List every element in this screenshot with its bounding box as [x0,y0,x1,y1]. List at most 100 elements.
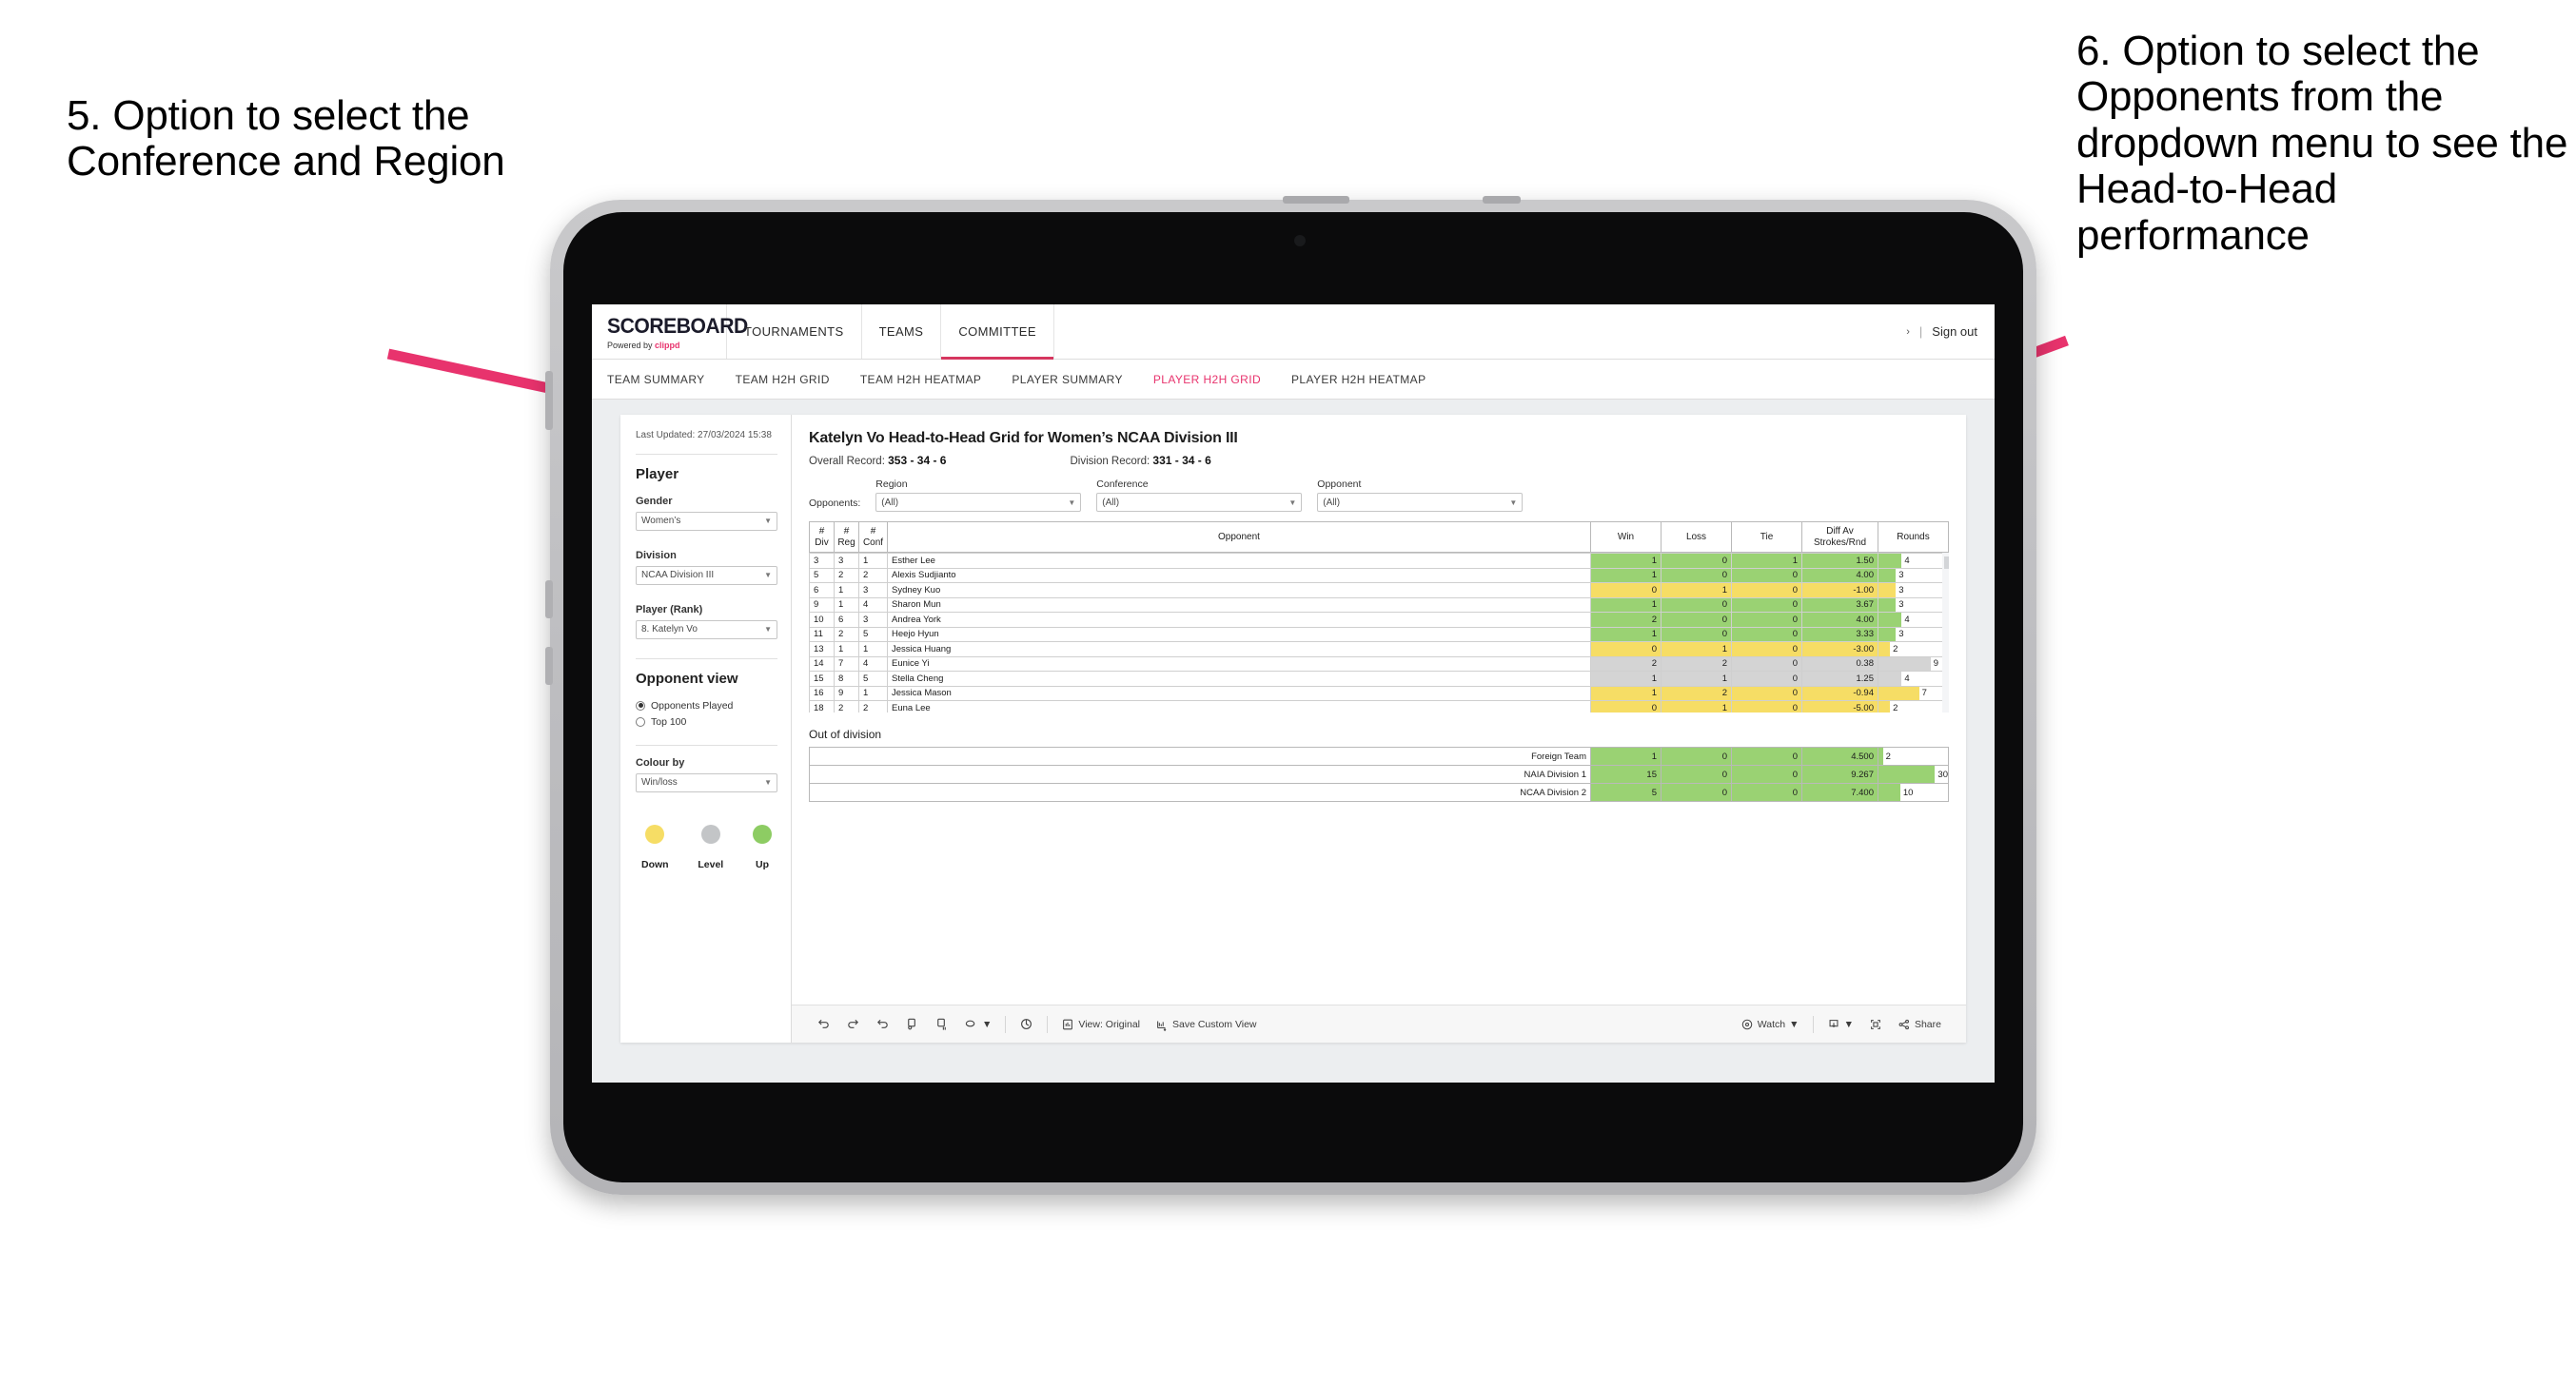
table-cell: Heejo Hyun [887,626,1591,642]
record-summary: Overall Record: 353 - 34 - 6 Division Re… [809,454,1949,467]
subtab-player-h2h-heatmap[interactable]: PLAYER H2H HEATMAP [1291,373,1426,386]
table-row[interactable]: 3 3 1 Esther Lee 1 0 1 1.50 4 [809,553,1949,569]
table-cell: 0 [1661,612,1732,628]
revert-button[interactable] [868,1017,897,1031]
radio-top-100[interactable]: Top 100 [636,716,777,728]
table-row[interactable]: NCAA Division 2 5 0 0 7.400 10 [809,783,1949,802]
chevron-down-icon: ▼ [1288,498,1297,507]
table-row[interactable]: 9 1 4 Sharon Mun 1 0 0 3.67 3 [809,596,1949,613]
division-field: Division NCAA Division III ▼ [636,550,777,585]
h2h-grid-scroll-area[interactable]: 3 3 1 Esther Lee 1 0 1 1.50 4 5 2 2 Alexis Sudjianto… [809,553,1949,713]
radio-opponents-played[interactable]: Opponents Played [636,700,777,712]
annotation-left-text: 5. Option to select the Conference and R… [67,92,505,185]
share-button[interactable]: Share [1890,1018,1949,1031]
chevron-right-icon[interactable]: › [1906,326,1910,338]
region-select[interactable]: (All) ▼ [875,493,1082,512]
view-original-button[interactable]: View: Original [1053,1018,1148,1031]
grid-scrollbar-track[interactable] [1942,553,1949,713]
chevron-down-icon: ▼ [1068,498,1076,507]
navtab-teams[interactable]: TEAMS [862,304,942,359]
table-cell: Stella Cheng [887,671,1591,687]
rounds-bar-cell: 4 [1878,612,1949,628]
table-cell: 15 [1590,765,1662,784]
subtab-team-h2h-heatmap[interactable]: TEAM H2H HEATMAP [860,373,982,386]
undo-button[interactable] [809,1017,838,1031]
table-cell: 9 [834,685,859,701]
sidebar-divider-3 [636,744,777,746]
division-record-label: Division Record: [1070,456,1150,467]
table-cell: 4.00 [1801,567,1878,583]
save-custom-view-label: Save Custom View [1172,1018,1257,1030]
view-original-label: View: Original [1078,1018,1140,1030]
table-cell: 0 [1661,553,1732,569]
table-cell: 4.500 [1801,747,1878,766]
table-row[interactable]: Foreign Team 1 0 0 4.500 2 [809,747,1949,766]
table-cell: 3 [858,612,888,628]
table-cell: 3.33 [1801,626,1878,642]
table-row[interactable]: 16 9 1 Jessica Mason 1 2 0 -0.94 7 [809,685,1949,701]
reset-button[interactable] [1012,1017,1041,1031]
legend-label-level: Level [698,858,724,870]
radio-opponents-played-label: Opponents Played [651,699,734,712]
refresh-button[interactable] [897,1017,927,1031]
table-row[interactable]: 15 8 5 Stella Cheng 1 1 0 1.25 4 [809,671,1949,687]
legend-dot-up-icon [753,824,772,844]
device-button-volume-up [545,580,553,618]
table-cell: 18 [809,700,835,713]
legend-item-level: Level [698,824,724,870]
subtab-player-summary[interactable]: PLAYER SUMMARY [1012,373,1123,386]
gender-select[interactable]: Women’s ▼ [636,511,777,531]
sidebar-divider-2 [636,657,777,659]
pause-auto-update-button[interactable] [927,1017,956,1031]
table-cell: 0 [1731,641,1802,657]
pan-tool-button[interactable]: ▼ [956,1017,999,1031]
table-row[interactable]: 13 1 1 Jessica Huang 0 1 0 -3.00 2 [809,641,1949,657]
table-row[interactable]: 10 6 3 Andrea York 2 0 0 4.00 4 [809,612,1949,628]
colour-by-select[interactable]: Win/loss ▼ [636,772,777,792]
table-cell: 0 [1731,612,1802,628]
table-cell: 9.267 [1801,765,1878,784]
conference-select[interactable]: (All) ▼ [1096,493,1303,512]
table-row[interactable]: 6 1 3 Sydney Kuo 0 1 0 -1.00 3 [809,582,1949,598]
subtab-player-h2h-grid[interactable]: PLAYER H2H GRID [1153,373,1261,386]
h2h-grid-header-cell: Opponent [887,521,1591,553]
legend-item-up: Up [753,824,772,870]
download-button[interactable]: ▼ [1819,1018,1861,1031]
redo-button[interactable] [838,1017,868,1031]
table-row[interactable]: 5 2 2 Alexis Sudjianto 1 0 0 4.00 3 [809,567,1949,583]
chevron-down-icon: ▼ [982,1018,993,1030]
sign-out-link[interactable]: Sign out [1932,324,1977,339]
opponent-select[interactable]: (All) ▼ [1317,493,1524,512]
grid-scrollbar-thumb[interactable] [1944,556,1949,569]
brand-logo[interactable]: SCOREBOARD Powered by clippd [592,304,748,359]
chevron-down-icon: ▼ [1789,1018,1799,1030]
table-row[interactable]: 11 2 5 Heejo Hyun 1 0 0 3.33 3 [809,626,1949,642]
table-cell: 4.00 [1801,612,1878,628]
division-record: Division Record: 331 - 34 - 6 [1070,454,1210,467]
division-select[interactable]: NCAA Division III ▼ [636,565,777,585]
player-rank-select[interactable]: 8. Katelyn Vo ▼ [636,619,777,639]
table-cell: 0 [1731,747,1802,766]
rounds-bar-cell: 2 [1878,747,1949,766]
table-cell: 1 [834,641,859,657]
table-cell: 5 [858,626,888,642]
table-cell: 1.50 [1801,553,1878,569]
table-row[interactable]: 14 7 4 Eunice Yi 2 2 0 0.38 9 [809,655,1949,672]
watch-button[interactable]: Watch ▼ [1733,1018,1807,1031]
fullscreen-button[interactable] [1861,1018,1890,1031]
navtab-tournaments[interactable]: TOURNAMENTS [727,304,862,359]
navtab-committee[interactable]: COMMITTEE [941,304,1054,360]
table-row[interactable]: NAIA Division 1 15 0 0 9.267 30 [809,765,1949,784]
save-custom-view-button[interactable]: Save Custom View [1148,1018,1265,1031]
table-row[interactable]: 18 2 2 Euna Lee 0 1 0 -5.00 2 [809,700,1949,713]
table-cell: 1 [1661,582,1732,598]
conference-filter: Conference (All) ▼ [1096,478,1303,512]
subtab-team-summary[interactable]: TEAM SUMMARY [607,373,705,386]
colour-legend: Down Level Up [636,824,777,870]
sidebar-divider-1 [636,453,777,455]
table-cell: 0 [1661,747,1732,766]
subtab-team-h2h-grid[interactable]: TEAM H2H GRID [736,373,830,386]
table-cell: 0 [1731,685,1802,701]
colour-by-label: Colour by [636,756,685,769]
brand-name: SCOREBOARD [607,313,748,338]
